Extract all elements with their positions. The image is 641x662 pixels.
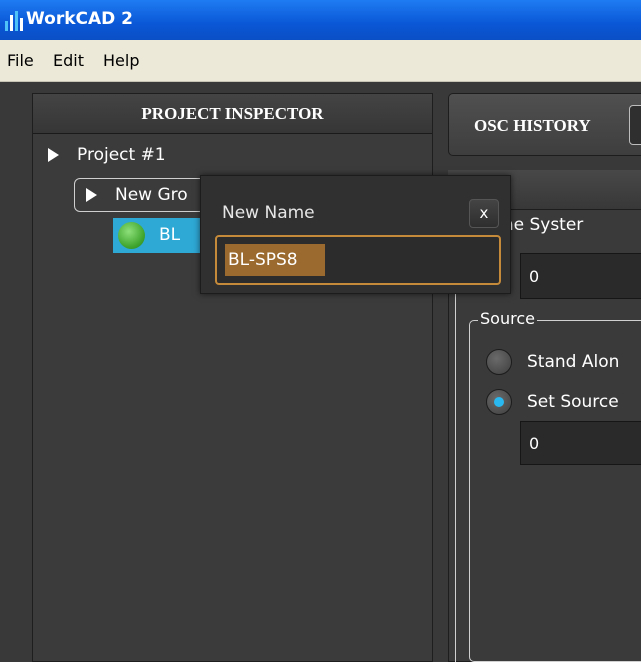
tab-osc-history-label: OSC HISTORY	[474, 116, 591, 135]
title-bar: WorkCAD 2	[0, 0, 641, 40]
menu-help[interactable]: Help	[103, 51, 139, 70]
radio-set-source[interactable]	[486, 389, 512, 415]
set-source-label: Set Source	[527, 392, 619, 412]
expand-arrow-icon[interactable]	[48, 148, 59, 162]
source-field[interactable]	[520, 421, 641, 465]
source-legend: Source	[478, 309, 537, 328]
divider-line	[455, 292, 456, 662]
rename-popup: New Name x	[200, 175, 511, 294]
radio-stand-alone[interactable]	[486, 349, 512, 375]
osc-side-button[interactable]	[629, 105, 641, 145]
expand-arrow-icon[interactable]	[86, 188, 97, 202]
group-label: New Gro	[115, 185, 188, 205]
tree-item-project[interactable]: Project #1	[48, 145, 166, 165]
app-title: WorkCAD 2	[26, 9, 134, 29]
project-label: Project #1	[77, 145, 166, 165]
name-input-frame	[215, 235, 501, 285]
stand-alone-label: Stand Alon	[527, 352, 620, 372]
name-input[interactable]	[225, 244, 325, 276]
close-button[interactable]: x	[469, 199, 499, 228]
popup-title: New Name	[222, 203, 315, 223]
bar-chart-icon	[5, 11, 23, 31]
menu-file[interactable]: File	[7, 51, 34, 70]
menu-bar: File Edit Help	[0, 40, 641, 82]
id-field[interactable]	[520, 253, 641, 299]
group-row: New Gro	[86, 185, 188, 205]
project-inspector-header: PROJECT INSPECTOR	[33, 94, 432, 134]
device-label: BL	[159, 225, 181, 245]
menu-edit[interactable]: Edit	[53, 51, 84, 70]
status-dot-icon	[118, 222, 145, 249]
